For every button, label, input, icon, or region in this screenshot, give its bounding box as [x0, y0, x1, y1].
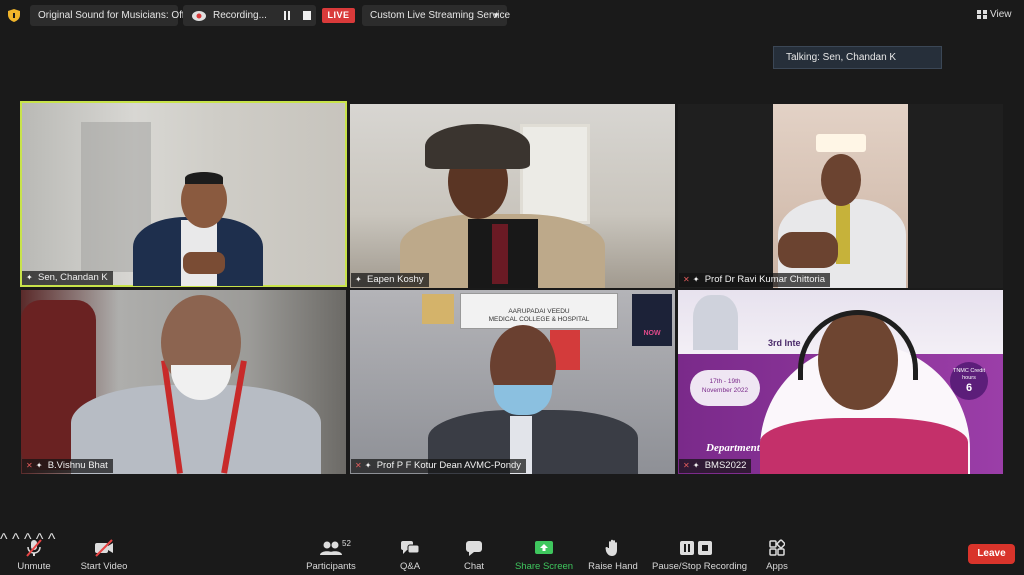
original-sound-toggle[interactable]: Original Sound for Musicians: Off — [30, 5, 185, 26]
tie — [836, 204, 850, 264]
slide-dates: 17th - 19th November 2022 — [690, 370, 760, 406]
raise-hand-button[interactable]: Raise Hand — [588, 531, 638, 575]
pin-icon: ✦ — [692, 275, 700, 284]
participant-name: B.Vishnu Bhat — [47, 460, 108, 471]
poster: NOW — [632, 294, 672, 346]
mic-muted-icon: ✕ — [683, 275, 690, 284]
meeting-toolbar: Unmute ^ Start Video ^ Participants 52 ^… — [0, 531, 1024, 575]
participant-nameplate: ✕ ✦ B.Vishnu Bhat — [22, 459, 113, 473]
video-tile-2[interactable]: ✦ Eapen Koshy — [350, 104, 675, 288]
view-label: View — [990, 9, 1012, 20]
video-tile-1[interactable]: ✦ Sen, Chandan K — [20, 101, 347, 287]
chevron-down-icon: ▼ — [492, 11, 500, 20]
credit-label: TNMC Credit hours — [952, 368, 986, 381]
participant-nameplate: ✕ ✦ Prof P F Kotur Dean AVMC-Pondy — [351, 459, 527, 473]
mic-muted-icon: ✕ — [26, 461, 33, 470]
banner-line-1: AARUPADAI VEEDU — [508, 308, 570, 315]
recording-label: Recording... — [213, 10, 267, 21]
participant-nameplate: ✕ ✦ Prof Dr Ravi Kumar Chittoria — [679, 273, 831, 287]
participants-icon — [320, 541, 342, 555]
pause-stop-icon — [680, 541, 712, 555]
qa-button[interactable]: Q&A — [392, 531, 428, 575]
start-video-button[interactable]: Start Video — [78, 531, 130, 575]
participant-name: BMS2022 — [704, 460, 747, 471]
share-screen-icon — [535, 541, 553, 554]
pin-icon: ✦ — [26, 273, 33, 282]
raised-hand — [778, 232, 838, 268]
grid-view-icon — [977, 10, 987, 19]
participant-nameplate: ✦ Eapen Koshy — [351, 273, 429, 287]
credit-hours-badge: TNMC Credit hours 6 — [950, 362, 988, 400]
person-body — [760, 418, 968, 474]
window — [520, 124, 590, 224]
college-banner: AARUPADAI VEEDU MEDICAL COLLEGE & HOSPIT… — [460, 293, 618, 329]
apps-icon — [769, 539, 785, 556]
participant-name: Eapen Koshy — [367, 274, 424, 285]
qa-icon — [401, 541, 420, 554]
apps-button[interactable]: Apps — [762, 531, 792, 575]
apps-label: Apps — [766, 561, 788, 572]
chevron-up-icon[interactable]: ^ — [0, 531, 8, 548]
ceiling-light — [816, 134, 866, 152]
mic-off-icon — [26, 539, 42, 557]
cloud-recording-icon — [192, 11, 206, 21]
wall-frame — [422, 294, 454, 324]
streaming-service-label: Custom Live Streaming Service — [370, 10, 511, 21]
hair — [185, 172, 223, 184]
video-tile-6[interactable]: 3rd Inte erence 17th - 19th November 202… — [678, 290, 1003, 474]
qa-label: Q&A — [399, 561, 421, 572]
recording-indicator: Recording... — [183, 5, 316, 26]
original-sound-label: Original Sound for Musicians: Off — [38, 10, 185, 21]
unmute-label: Unmute — [17, 561, 51, 572]
video-tile-5[interactable]: AARUPADAI VEEDU MEDICAL COLLEGE & HOSPIT… — [350, 290, 675, 474]
live-badge[interactable]: LIVE — [322, 8, 355, 23]
leave-button[interactable]: Leave — [968, 544, 1015, 564]
chat-label: Chat — [463, 561, 485, 572]
pause-recording-icon[interactable] — [282, 11, 292, 20]
participant-name: Sen, Chandan K — [38, 272, 108, 283]
participant-name: Prof Dr Ravi Kumar Chittoria — [704, 274, 826, 285]
live-streaming-dropdown[interactable]: Custom Live Streaming Service ▼ — [362, 5, 511, 26]
participants-button[interactable]: Participants — [304, 531, 358, 575]
shield-icon[interactable] — [8, 9, 20, 22]
building-dome — [693, 295, 738, 350]
view-button[interactable]: View — [977, 6, 1012, 24]
chat-button[interactable]: Chat — [458, 531, 490, 575]
banner-line-2: MEDICAL COLLEGE & HOSPITAL — [488, 316, 590, 323]
chat-icon — [466, 541, 482, 556]
pause-stop-recording-button[interactable]: Pause/Stop Recording — [652, 531, 748, 575]
unmute-button[interactable]: Unmute — [10, 531, 58, 575]
meeting-top-bar: Original Sound for Musicians: Off Record… — [0, 0, 1024, 30]
share-screen-label: Share Screen — [514, 561, 574, 572]
participant-nameplate: ✕ ✦ BMS2022 — [679, 459, 752, 473]
mic-muted-icon: ✕ — [683, 461, 690, 470]
participant-name: Prof P F Kotur Dean AVMC-Pondy — [376, 460, 522, 471]
person-head — [821, 154, 861, 206]
raise-hand-icon — [605, 539, 617, 556]
stop-recording-icon[interactable] — [302, 11, 312, 20]
credit-value: 6 — [965, 382, 973, 394]
hat — [425, 124, 530, 169]
video-off-icon — [95, 539, 113, 557]
pin-icon: ✦ — [355, 275, 362, 284]
slide-department: Department — [706, 442, 760, 454]
participants-count: 52 — [342, 539, 351, 548]
participant-nameplate: ✦ Sen, Chandan K — [22, 271, 113, 285]
mic-muted-icon: ✕ — [355, 461, 362, 470]
pin-icon: ✦ — [35, 461, 43, 470]
tie — [492, 224, 508, 284]
raise-hand-label: Raise Hand — [588, 561, 638, 572]
pin-icon: ✦ — [692, 461, 700, 470]
talking-indicator: Talking: Sen, Chandan K — [773, 46, 942, 69]
video-tile-4[interactable]: ✕ ✦ B.Vishnu Bhat — [21, 290, 346, 474]
pin-icon: ✦ — [364, 461, 372, 470]
share-screen-button[interactable]: Share Screen — [514, 531, 574, 575]
pause-stop-recording-label: Pause/Stop Recording — [652, 561, 748, 572]
clasped-hands — [183, 252, 225, 274]
start-video-label: Start Video — [80, 561, 128, 572]
participants-label: Participants — [306, 561, 356, 572]
video-tile-3[interactable]: ✕ ✦ Prof Dr Ravi Kumar Chittoria — [678, 104, 1003, 288]
